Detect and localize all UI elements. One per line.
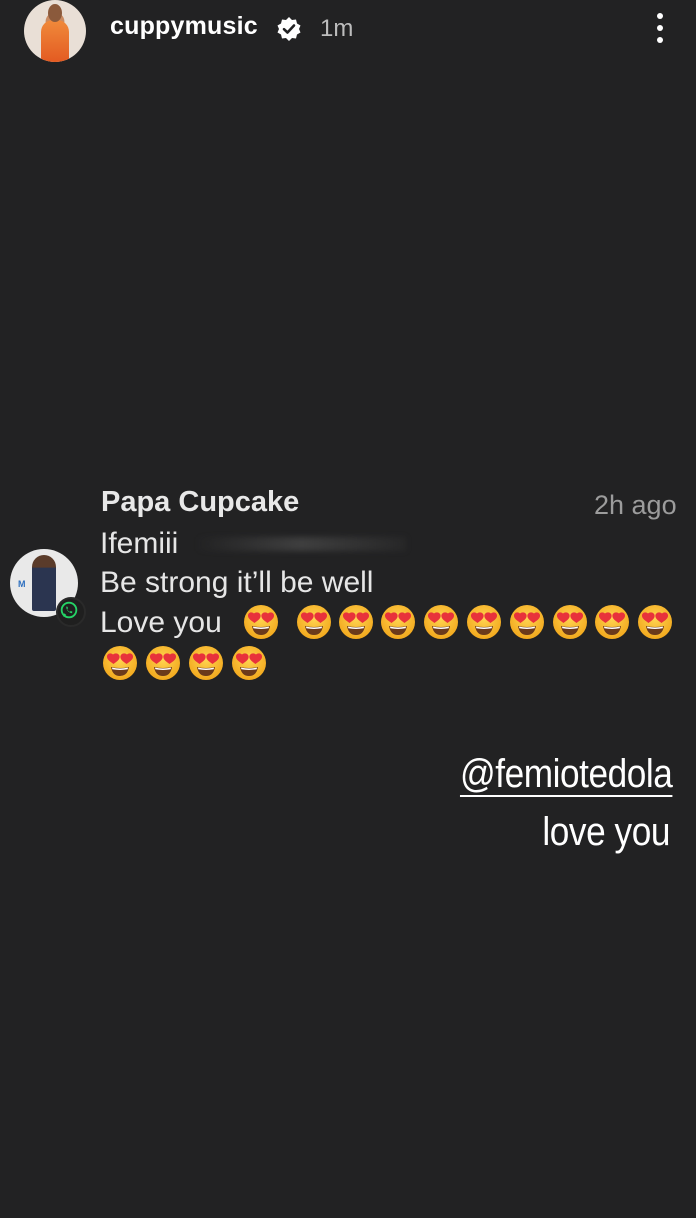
heart-eyes-emoji [594, 604, 630, 640]
heart-eyes-emoji [423, 604, 459, 640]
profile-avatar[interactable] [24, 0, 86, 62]
message-line: Be strong it’ll be well [100, 566, 374, 599]
avatar-dress [41, 20, 69, 62]
menu-dot [657, 13, 663, 19]
menu-dot [657, 25, 663, 31]
menu-dot [657, 37, 663, 43]
heart-eyes-emoji [296, 604, 332, 640]
verified-badge-icon [277, 17, 301, 41]
more-vertical-icon[interactable] [646, 10, 674, 46]
message-line: Ifemiii [100, 527, 179, 560]
heart-eyes-emoji [102, 645, 138, 681]
heart-eyes-emoji [637, 604, 673, 640]
notification-sender: Papa Cupcake [101, 486, 300, 518]
heart-eyes-emoji [380, 604, 416, 640]
heart-eyes-emoji [466, 604, 502, 640]
avatar-logo-mark: M [18, 579, 26, 589]
mention-link[interactable]: @femiotedola [460, 752, 673, 797]
heart-eyes-emoji [231, 645, 267, 681]
avatar-person [32, 555, 56, 611]
blurred-text [196, 537, 406, 551]
message-line: Love you [100, 606, 222, 639]
notification-time: 2h ago [594, 490, 677, 520]
whatsapp-icon [56, 597, 86, 627]
heart-eyes-emoji [243, 604, 279, 640]
story-timestamp: 1m [320, 15, 354, 42]
heart-eyes-emoji [509, 604, 545, 640]
heart-eyes-emoji [552, 604, 588, 640]
heart-eyes-emoji [188, 645, 224, 681]
avatar-head [48, 4, 62, 22]
story-caption: love you [542, 810, 670, 854]
story-username[interactable]: cuppymusic [110, 12, 258, 41]
heart-eyes-emoji [145, 645, 181, 681]
story-header: cuppymusic 1m [0, 0, 696, 62]
heart-eyes-emoji [338, 604, 374, 640]
